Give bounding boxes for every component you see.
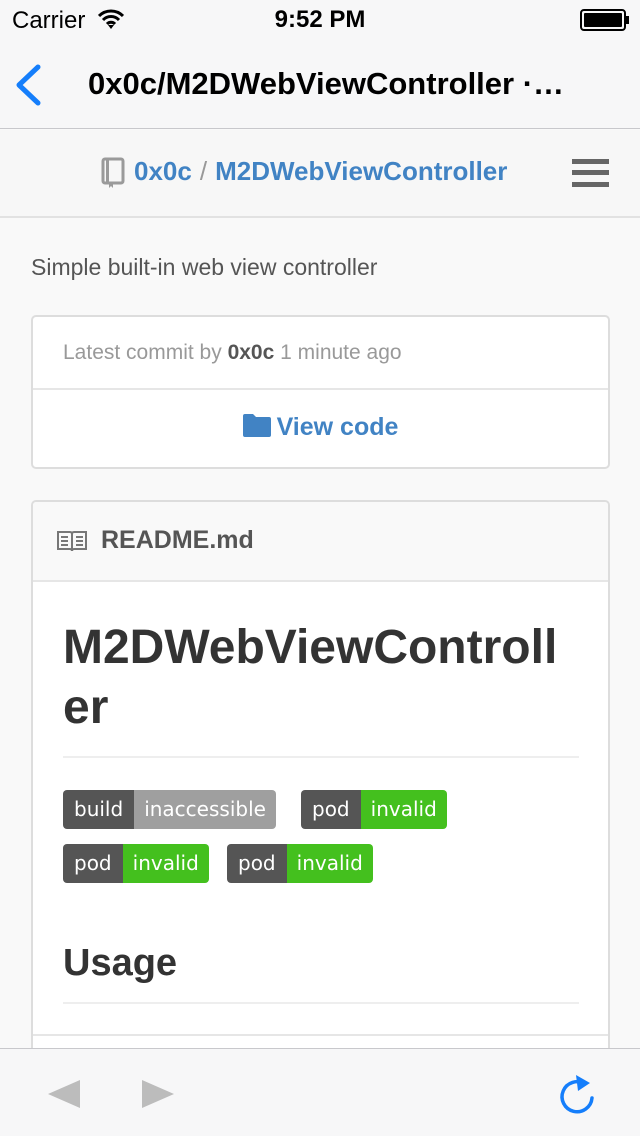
folder-icon [242, 414, 271, 437]
badge-label: pod [63, 844, 123, 883]
book-icon [57, 531, 87, 552]
badge-value: inaccessible [134, 790, 276, 829]
site-header: 0x0c / M2DWebViewController [0, 130, 640, 218]
view-code-label: View code [276, 413, 399, 441]
readme-box: README.md M2DWebViewController build inac… [31, 500, 610, 1048]
readme-header: README.md [33, 502, 608, 582]
divider [63, 1002, 579, 1004]
breadcrumb-repo-link[interactable]: M2DWebViewController [215, 156, 507, 186]
refresh-icon[interactable] [556, 1071, 598, 1115]
page-title: 0x0c/M2DWebViewController ·… [88, 66, 565, 101]
readme-filename: README.md [101, 526, 254, 554]
commit-prefix: Latest commit by [63, 341, 222, 364]
commit-author[interactable]: 0x0c [228, 341, 275, 364]
browser-toolbar [0, 1048, 640, 1136]
latest-commit: Latest commit by 0x0c 1 minute ago [63, 341, 402, 365]
divider [33, 1034, 608, 1036]
badge-value: invalid [286, 844, 373, 883]
divider [63, 756, 579, 758]
badge-pod[interactable]: pod invalid [63, 844, 209, 883]
badge-value: invalid [360, 790, 447, 829]
breadcrumb: 0x0c / M2DWebViewController [134, 156, 507, 187]
divider [33, 388, 608, 390]
breadcrumb-separator: / [199, 156, 208, 186]
menu-icon[interactable] [572, 158, 609, 188]
badge-label: build [63, 790, 135, 829]
back-arrow-icon[interactable] [46, 1079, 82, 1109]
repo-description: Simple built-in web view controller [31, 254, 378, 280]
chevron-left-icon[interactable] [12, 64, 44, 106]
breadcrumb-owner-link[interactable]: 0x0c [134, 156, 192, 186]
badge-label: pod [227, 844, 287, 883]
forward-arrow-icon[interactable] [140, 1079, 176, 1109]
view-code-link[interactable]: View code [33, 413, 608, 442]
usage-heading: Usage [63, 942, 178, 984]
badge-value: invalid [122, 844, 209, 883]
commit-time: 1 minute ago [280, 341, 402, 364]
battery-icon [580, 9, 629, 31]
readme-heading: M2DWebViewController [63, 621, 558, 734]
navigation-bar: 0x0c/M2DWebViewController ·… [0, 40, 640, 129]
badge-pod[interactable]: pod invalid [301, 790, 447, 829]
badge-pod[interactable]: pod invalid [227, 844, 373, 883]
commit-box: Latest commit by 0x0c 1 minute ago View … [31, 315, 610, 469]
repo-icon [101, 157, 125, 188]
status-bar: Carrier 9:52 PM [0, 0, 640, 40]
badge-build[interactable]: build inaccessible [63, 790, 276, 829]
status-time: 9:52 PM [274, 6, 366, 33]
web-content[interactable]: 0x0c / M2DWebViewController Simple built-i… [0, 130, 640, 1048]
badge-label: pod [301, 790, 361, 829]
